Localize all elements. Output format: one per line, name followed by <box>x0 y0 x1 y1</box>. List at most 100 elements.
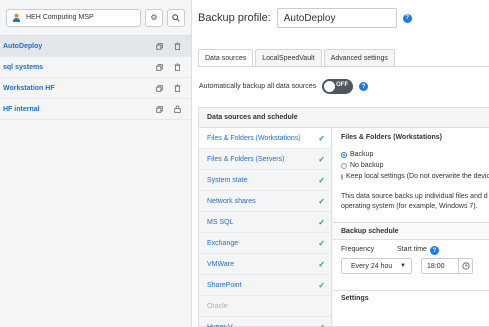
panel-title: Data sources and schedule <box>199 108 489 128</box>
detail-title: Files & Folders (Workstations) <box>341 134 442 141</box>
check-icon: ✓ <box>318 322 325 327</box>
data-source-item[interactable]: VMWare ✓ <box>199 254 331 275</box>
data-source-item[interactable]: SharePoint ✓ <box>199 275 331 296</box>
data-source-item[interactable]: MS SQL ✓ <box>199 212 331 233</box>
sidebar-toolbar: HEH Computing MSP ⚙ <box>0 0 191 36</box>
backup-options: Backup No backup Keep local settings (Do n… <box>341 151 489 180</box>
profile-item[interactable]: Workstation HF <box>0 78 191 99</box>
caret-down-icon: ▼ <box>400 263 406 269</box>
auto-backup-label: Automatically backup all data sources <box>199 83 317 90</box>
search-icon <box>172 13 180 22</box>
user-icon <box>12 13 21 22</box>
data-source-item: Oracle <box>199 296 331 317</box>
data-source-label: VMWare <box>207 260 234 268</box>
toggle-text: OFF <box>336 82 349 88</box>
data-source-label: Oracle <box>207 302 228 310</box>
frequency-value: Every 24 hou <box>351 262 393 270</box>
profile-item[interactable]: sql systems <box>0 57 191 78</box>
check-icon: ✓ <box>318 196 325 206</box>
backup-option[interactable]: No backup <box>341 162 489 169</box>
radio-button[interactable] <box>341 173 343 180</box>
check-icon: ✓ <box>318 133 325 143</box>
tab-divider <box>198 66 489 67</box>
radio-button[interactable] <box>341 162 347 169</box>
profile-label: sql systems <box>3 63 44 71</box>
data-source-item[interactable]: System state ✓ <box>199 170 331 191</box>
frequency-label: Frequency <box>341 246 375 253</box>
check-icon: ✓ <box>318 280 325 290</box>
settings-button[interactable]: ⚙ <box>145 8 163 27</box>
help-icon[interactable]: ? <box>429 246 439 255</box>
frequency-select[interactable]: Every 24 hou ▼ <box>341 258 412 274</box>
data-source-label: Network shares <box>207 197 256 205</box>
tab-data-sources[interactable]: Data sources <box>198 49 254 66</box>
search-button[interactable] <box>167 8 185 27</box>
check-icon: ✓ <box>318 217 325 227</box>
radio-button[interactable] <box>341 151 347 158</box>
check-icon: ✓ <box>318 154 325 164</box>
start-time-input[interactable]: 18:00 <box>421 258 473 274</box>
check-icon: ✓ <box>318 175 325 185</box>
trash-icon[interactable] <box>171 40 183 52</box>
data-sources-panel: Data sources and schedule Files & Folder… <box>198 107 489 327</box>
profile-label: HF internal <box>3 105 40 113</box>
tab-advanced-settings[interactable]: Advanced settings <box>323 49 395 66</box>
copy-icon[interactable] <box>153 40 165 52</box>
company-selector[interactable]: HEH Computing MSP <box>6 8 141 27</box>
data-source-item[interactable]: Network shares ✓ <box>199 191 331 212</box>
page-title: Backup profile: <box>198 12 271 24</box>
clock-icon[interactable] <box>458 259 472 273</box>
check-icon: ✓ <box>318 238 325 248</box>
trash-icon[interactable] <box>171 82 183 94</box>
data-source-item[interactable]: Exchange ✓ <box>199 233 331 254</box>
data-source-item[interactable]: Hyper-V ✓ <box>199 317 331 327</box>
data-source-list: Files & Folders (Workstations) ✓ Files & F… <box>199 128 332 327</box>
settings-section-title: Settings <box>333 290 489 306</box>
data-source-label: System state <box>207 176 248 184</box>
option-label: Backup <box>350 151 374 158</box>
auto-backup-row: Automatically backup all data sources OF… <box>199 79 369 94</box>
toggle-knob <box>324 81 336 92</box>
copy-icon[interactable] <box>153 103 165 115</box>
help-icon[interactable]: ? <box>402 13 412 23</box>
copy-icon[interactable] <box>153 61 165 73</box>
data-source-label: MS SQL <box>207 218 234 226</box>
backup-option[interactable]: Keep local settings (Do not overwrite th… <box>341 173 489 180</box>
lock-icon[interactable] <box>171 103 183 115</box>
copy-icon[interactable] <box>153 82 165 94</box>
description-line: This data source backs up individual fil… <box>341 193 488 200</box>
data-source-item[interactable]: Files & Folders (Servers) ✓ <box>199 149 331 170</box>
profile-list: AutoDeploy sql systems Workstation HF HF in… <box>0 36 191 120</box>
main-area: Backup profile: ? Data sourcesLocalSpeed… <box>193 0 489 327</box>
start-time-value: 18:00 <box>427 262 445 270</box>
option-label: No backup <box>350 162 384 169</box>
profile-item[interactable]: AutoDeploy <box>0 36 191 57</box>
profile-name-input[interactable] <box>276 8 397 28</box>
data-source-item[interactable]: Files & Folders (Workstations) ✓ <box>199 128 331 149</box>
data-source-label: SharePoint <box>207 281 242 289</box>
description-line: operating system (for example, Windows 7… <box>341 203 478 210</box>
profile-label: AutoDeploy <box>3 42 43 50</box>
data-source-label: Files & Folders (Servers) <box>207 155 285 163</box>
company-name: HEH Computing MSP <box>26 14 94 21</box>
start-time-label: Start time <box>397 246 427 253</box>
help-icon[interactable]: ? <box>359 82 369 91</box>
detail-description: This data source backs up individual fil… <box>341 192 489 212</box>
auto-backup-toggle[interactable]: OFF <box>322 79 354 94</box>
trash-icon[interactable] <box>171 61 183 73</box>
schedule-fields: Every 24 hou ▼ 18:00 <box>341 258 489 274</box>
profile-item[interactable]: HF internal <box>0 99 191 120</box>
tab-localspeedvault[interactable]: LocalSpeedVault <box>255 49 322 66</box>
option-label: Keep local settings (Do not overwrite th… <box>346 173 489 180</box>
schedule-section-title: Backup schedule <box>333 222 489 240</box>
sidebar: HEH Computing MSP ⚙ AutoDeploy sql system… <box>0 0 192 327</box>
page-header: Backup profile: ? <box>193 0 489 36</box>
data-source-detail: Files & Folders (Workstations) Backup No … <box>333 128 489 326</box>
profile-label: Workstation HF <box>3 84 55 92</box>
schedule-labels: Frequency Start time ? <box>341 246 489 255</box>
data-source-label: Exchange <box>207 239 239 247</box>
data-source-label: Hyper-V <box>207 323 233 327</box>
gear-icon: ⚙ <box>150 13 158 22</box>
backup-option[interactable]: Backup <box>341 151 489 158</box>
data-source-label: Files & Folders (Workstations) <box>207 134 301 142</box>
